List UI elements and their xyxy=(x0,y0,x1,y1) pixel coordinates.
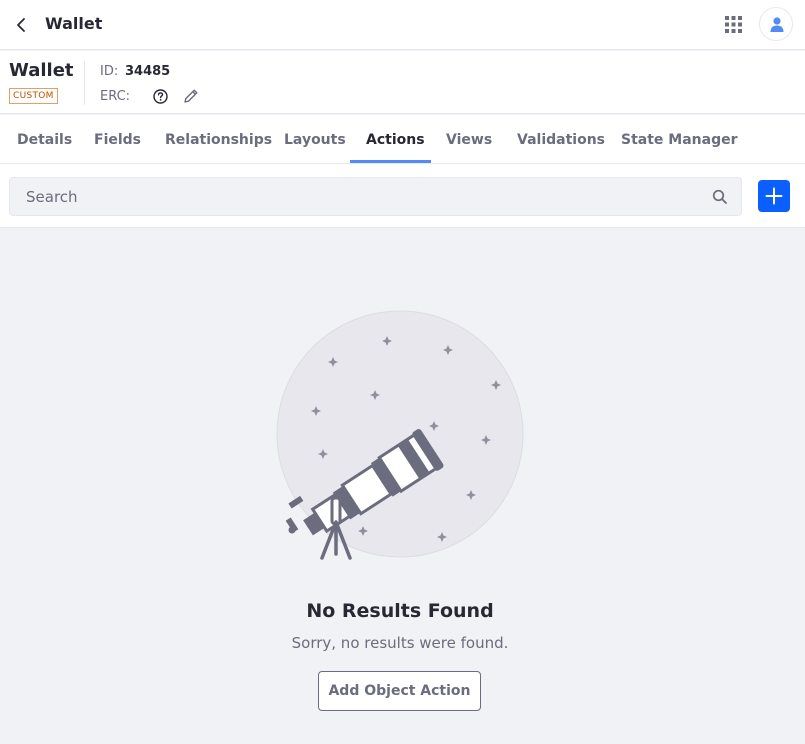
search-input[interactable] xyxy=(10,178,700,215)
tab-state-manager[interactable]: State Manager xyxy=(621,115,738,164)
add-button[interactable] xyxy=(758,180,790,212)
tab-relationships[interactable]: Relationships xyxy=(165,115,272,164)
telescope-stars-illustration xyxy=(276,310,526,560)
tab-layouts[interactable]: Layouts xyxy=(284,115,346,164)
tab-details[interactable]: Details xyxy=(17,115,72,164)
id-value: 34485 xyxy=(125,64,171,79)
management-toolbar xyxy=(0,164,805,228)
tab-validations[interactable]: Validations xyxy=(517,115,605,164)
tab-views[interactable]: Views xyxy=(446,115,492,164)
pencil-icon[interactable] xyxy=(183,88,199,104)
question-circle-icon[interactable] xyxy=(153,89,168,104)
divider xyxy=(84,61,85,105)
tab-fields[interactable]: Fields xyxy=(94,115,141,164)
tab-actions[interactable]: Actions xyxy=(366,115,425,164)
page-title: Wallet xyxy=(45,14,103,33)
empty-state-title: No Results Found xyxy=(306,600,494,622)
avatar[interactable] xyxy=(759,7,793,41)
empty-state-description: Sorry, no results were found. xyxy=(291,634,509,652)
add-object-action-button[interactable]: Add Object Action xyxy=(318,671,481,711)
grid-icon[interactable] xyxy=(725,16,742,33)
chevron-left-icon[interactable] xyxy=(13,15,31,35)
search-icon[interactable] xyxy=(712,189,728,205)
top-bar: Wallet xyxy=(0,0,805,50)
object-name: Wallet xyxy=(9,60,74,81)
id-label: ID: xyxy=(100,64,119,79)
search-box xyxy=(9,177,742,216)
object-header: Wallet CUSTOM ID: 34485 ERC: xyxy=(0,51,805,114)
user-icon xyxy=(770,17,784,32)
plus-icon xyxy=(765,187,783,205)
erc-label: ERC: xyxy=(100,89,131,104)
tab-bar: Details Fields Relationships Layouts Act… xyxy=(0,115,805,164)
status-badge: CUSTOM xyxy=(9,88,58,104)
active-tab-indicator xyxy=(350,160,431,163)
